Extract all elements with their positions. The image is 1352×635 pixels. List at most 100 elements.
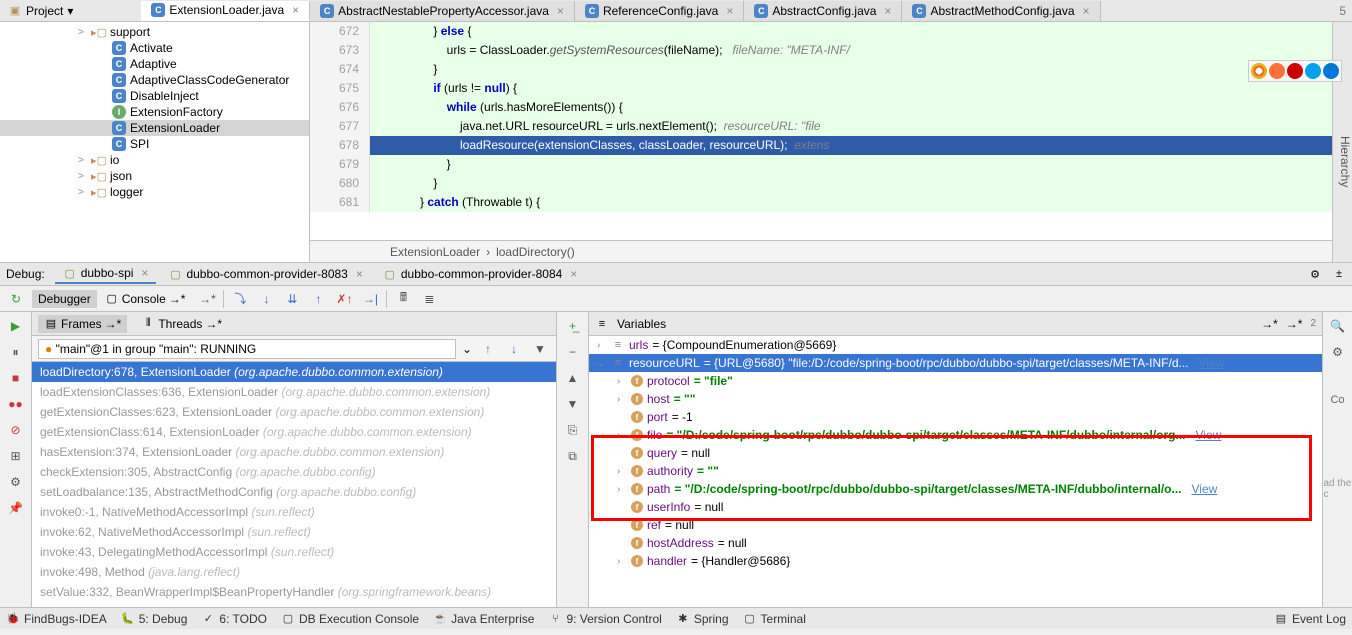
trace-icon[interactable]: ≣: [419, 289, 439, 309]
rerun-icon[interactable]: ↻: [6, 289, 26, 309]
resume-icon[interactable]: ▶: [6, 316, 26, 336]
variable-item[interactable]: ›f file = "/D:/code/spring-boot/rpc/dubb…: [589, 426, 1322, 444]
tree-item[interactable]: >▸▢json: [0, 168, 309, 184]
tree-item[interactable]: CAdaptive: [0, 56, 309, 72]
code-line[interactable]: 681 } catch (Throwable t) {: [310, 193, 1332, 212]
frames-list[interactable]: loadDirectory:678, ExtensionLoader (org.…: [32, 362, 556, 607]
close-icon[interactable]: ×: [356, 267, 363, 281]
search-icon[interactable]: 🔍: [1328, 316, 1348, 336]
dup-icon[interactable]: ⧉: [563, 446, 583, 466]
project-button[interactable]: ▣ Project ▾: [0, 4, 81, 18]
variable-item[interactable]: f ref = null: [589, 516, 1322, 534]
gear-icon[interactable]: ⚙: [1308, 267, 1322, 281]
editor-tab[interactable]: CReferenceConfig.java×: [575, 1, 744, 21]
close-icon[interactable]: ×: [557, 4, 564, 18]
run-to-cursor-icon[interactable]: →|: [360, 289, 380, 309]
code-line[interactable]: 674 }: [310, 60, 1332, 79]
arrow-right-icon[interactable]: →*: [197, 289, 217, 309]
frame-item[interactable]: getExtensionClass:614, ExtensionLoader (…: [32, 422, 556, 442]
frame-item[interactable]: loadDirectory:678, ExtensionLoader (org.…: [32, 362, 556, 382]
code-line[interactable]: 675 if (urls != null) {: [310, 79, 1332, 98]
next-frame-icon[interactable]: ↓: [504, 339, 524, 359]
expand-icon[interactable]: ›: [617, 394, 627, 405]
frame-item[interactable]: hasExtension:374, ExtensionLoader (org.a…: [32, 442, 556, 462]
step-into-icon[interactable]: ↓: [256, 289, 276, 309]
bottom-tool-button[interactable]: ✓6: TODO: [201, 612, 267, 626]
code-line[interactable]: 680 }: [310, 174, 1332, 193]
variable-item[interactable]: ⌄≡ resourceURL = {URL@5680} "file:/D:/co…: [589, 354, 1322, 372]
bottom-tool-button[interactable]: ⑂9: Version Control: [548, 612, 661, 626]
tree-item[interactable]: >▸▢support: [0, 24, 309, 40]
close-icon[interactable]: ×: [292, 3, 299, 17]
view-link[interactable]: View: [1195, 428, 1221, 442]
copy-icon[interactable]: ⎘: [563, 420, 583, 440]
close-icon[interactable]: ×: [1083, 4, 1090, 18]
chrome-icon[interactable]: [1251, 63, 1267, 79]
code-line[interactable]: 672 } else {: [310, 22, 1332, 41]
frame-item[interactable]: getExtensionClasses:623, ExtensionLoader…: [32, 402, 556, 422]
breadcrumb-class[interactable]: ExtensionLoader: [390, 245, 480, 259]
debug-run-tab[interactable]: ▢dubbo-common-provider-8084×: [375, 264, 585, 284]
breadcrumb[interactable]: ExtensionLoader › loadDirectory(): [310, 240, 1332, 262]
safari-icon[interactable]: [1305, 63, 1321, 79]
expand-icon[interactable]: ›: [597, 340, 607, 351]
breadcrumb-method[interactable]: loadDirectory(): [496, 245, 575, 259]
tree-item[interactable]: >▸▢logger: [0, 184, 309, 200]
pin-icon[interactable]: 📌: [6, 498, 26, 518]
step-out-icon[interactable]: ↑: [308, 289, 328, 309]
pause-icon[interactable]: ⏸: [6, 342, 26, 362]
frames-tab[interactable]: ▤ Frames →*: [38, 315, 127, 333]
stop-icon[interactable]: ■: [6, 368, 26, 388]
variable-item[interactable]: ›f path = "/D:/code/spring-boot/rpc/dubb…: [589, 480, 1322, 498]
bottom-tool-button[interactable]: ☕Java Enterprise: [433, 612, 534, 626]
remove-watch-icon[interactable]: −: [563, 342, 583, 362]
code-line[interactable]: 676 while (urls.hasMoreElements()) {: [310, 98, 1332, 117]
tree-item[interactable]: CActivate: [0, 40, 309, 56]
mute-breakpoints-icon[interactable]: ⊘: [6, 420, 26, 440]
gear-icon[interactable]: ⚙: [1328, 342, 1348, 362]
threads-tab[interactable]: ⫴ Threads →*: [135, 315, 228, 333]
arrow-out-icon[interactable]: →*: [1261, 317, 1278, 331]
right-tool-strip[interactable]: Hierarchy m Maven Projects: [1332, 22, 1352, 262]
debugger-subtab[interactable]: Debugger: [32, 290, 97, 308]
variables-list[interactable]: ›≡ urls = {CompoundEnumeration@5669}⌄≡ r…: [589, 336, 1322, 607]
code-line[interactable]: 673 urls = ClassLoader.getSystemResource…: [310, 41, 1332, 60]
code-line[interactable]: 679 }: [310, 155, 1332, 174]
variable-item[interactable]: f query = null: [589, 444, 1322, 462]
expand-icon[interactable]: ›: [617, 484, 627, 495]
tree-item[interactable]: CExtensionLoader: [0, 120, 309, 136]
close-icon[interactable]: ×: [141, 266, 148, 280]
hierarchy-label[interactable]: Hierarchy: [1338, 136, 1352, 187]
tree-item[interactable]: CDisableInject: [0, 88, 309, 104]
pin-icon[interactable]: ±: [1332, 267, 1346, 281]
evaluate-icon[interactable]: 🖩: [393, 289, 413, 309]
bottom-tool-button[interactable]: 🐞FindBugs-IDEA: [6, 612, 107, 626]
debug-run-tab[interactable]: ▢dubbo-spi×: [55, 264, 157, 284]
bottom-tool-button[interactable]: ✱Spring: [676, 612, 729, 626]
frame-item[interactable]: checkExtension:305, AbstractConfig (org.…: [32, 462, 556, 482]
close-icon[interactable]: ×: [570, 267, 577, 281]
add-watch-icon[interactable]: +̲: [563, 316, 583, 336]
drop-frame-icon[interactable]: ✗↑: [334, 289, 354, 309]
opera-icon[interactable]: [1287, 63, 1303, 79]
variable-item[interactable]: f userInfo = null: [589, 498, 1322, 516]
firefox-icon[interactable]: [1269, 63, 1285, 79]
view-link[interactable]: View: [1199, 356, 1225, 370]
variable-item[interactable]: ›≡ urls = {CompoundEnumeration@5669}: [589, 336, 1322, 354]
debug-run-tab[interactable]: ▢dubbo-common-provider-8083×: [160, 264, 370, 284]
layout-icon[interactable]: ⊞: [6, 446, 26, 466]
close-icon[interactable]: ×: [726, 4, 733, 18]
expand-icon[interactable]: ›: [617, 556, 627, 567]
frame-item[interactable]: setValue:332, BeanWrapperImpl$BeanProper…: [32, 582, 556, 602]
close-icon[interactable]: ×: [884, 4, 891, 18]
frame-item[interactable]: loadExtensionClasses:636, ExtensionLoade…: [32, 382, 556, 402]
code-line[interactable]: 678 loadResource(extensionClasses, class…: [310, 136, 1332, 155]
force-step-into-icon[interactable]: ⇊: [282, 289, 302, 309]
bottom-tool-button[interactable]: ▢Terminal: [743, 612, 806, 626]
code-line[interactable]: 677 java.net.URL resourceURL = urls.next…: [310, 117, 1332, 136]
frame-item[interactable]: invoke:498, Method (java.lang.reflect): [32, 562, 556, 582]
expand-icon[interactable]: ›: [617, 466, 627, 477]
editor-tab[interactable]: CAbstractConfig.java×: [744, 1, 902, 21]
bottom-tool-button[interactable]: ▢DB Execution Console: [281, 612, 419, 626]
tree-item[interactable]: CAdaptiveClassCodeGenerator: [0, 72, 309, 88]
